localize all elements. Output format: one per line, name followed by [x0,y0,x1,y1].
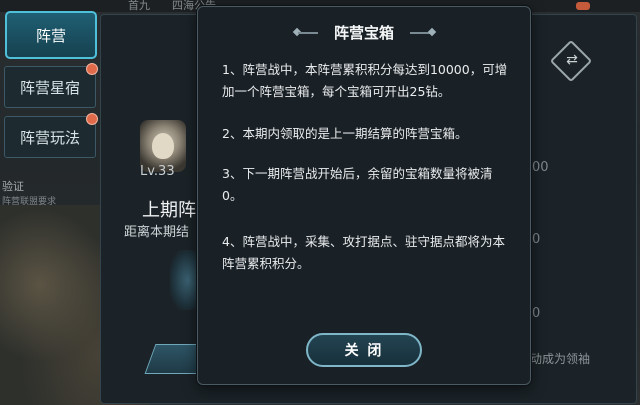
rule-item-1: 1、阵营战中，本阵营累积积分每达到10000，可增加一个阵营宝箱，每个宝箱可开出… [222,62,508,99]
player-level: Lv.33 [140,164,175,179]
last-period-title: 上期阵 [142,200,196,221]
tab-faction[interactable]: 阵营 [5,11,97,59]
right-value-1: 00 [532,160,549,175]
right-value-3: 0 [532,306,541,321]
close-button-label: 关 闭 [344,343,384,359]
topbar-left-text: 首九 [128,0,150,12]
tab-faction-gameplay[interactable]: 阵营玩法 [4,116,96,158]
dialog-title: 阵营宝箱 [333,24,394,42]
notification-badge [576,2,590,10]
side-caption: 验证 [2,180,24,193]
close-button[interactable]: 关 闭 [306,333,422,367]
right-value-2: 0 [532,232,541,247]
title-line-right [410,32,430,34]
tab-faction-stars[interactable]: 阵营星宿 [4,66,96,108]
side-caption-secondary: 阵营联盟要求 [2,197,57,207]
avatar-face [152,133,174,159]
tab-faction-stars-label: 阵营星宿 [19,78,80,97]
faction-chest-dialog: 阵营宝箱 1、阵营战中，本阵营累积积分每达到10000，可增加一个阵营宝箱，每个… [197,6,531,385]
dialog-title-row: 阵营宝箱 [198,23,530,43]
tab-faction-label: 阵营 [35,26,66,45]
swap-arrows-icon: ⇄ [566,52,578,68]
rule-item-2: 2、本期内领取的是上一期结算的阵营宝箱。 [222,126,468,141]
tab-faction-gameplay-label: 阵营玩法 [19,128,80,147]
tab-faction-stars-badge [86,63,98,75]
become-leader-text: 动成为领袖 [530,352,591,366]
rule-item-3: 3、下一期阵营战开始后，余留的宝箱数量将被清0。 [222,166,493,203]
rule-item-4: 4、阵营战中，采集、攻打据点、驻守据点都将为本阵营累积积分。 [222,234,505,271]
period-countdown-label: 距离本期结 [124,225,190,240]
tab-faction-gameplay-badge [86,113,98,125]
